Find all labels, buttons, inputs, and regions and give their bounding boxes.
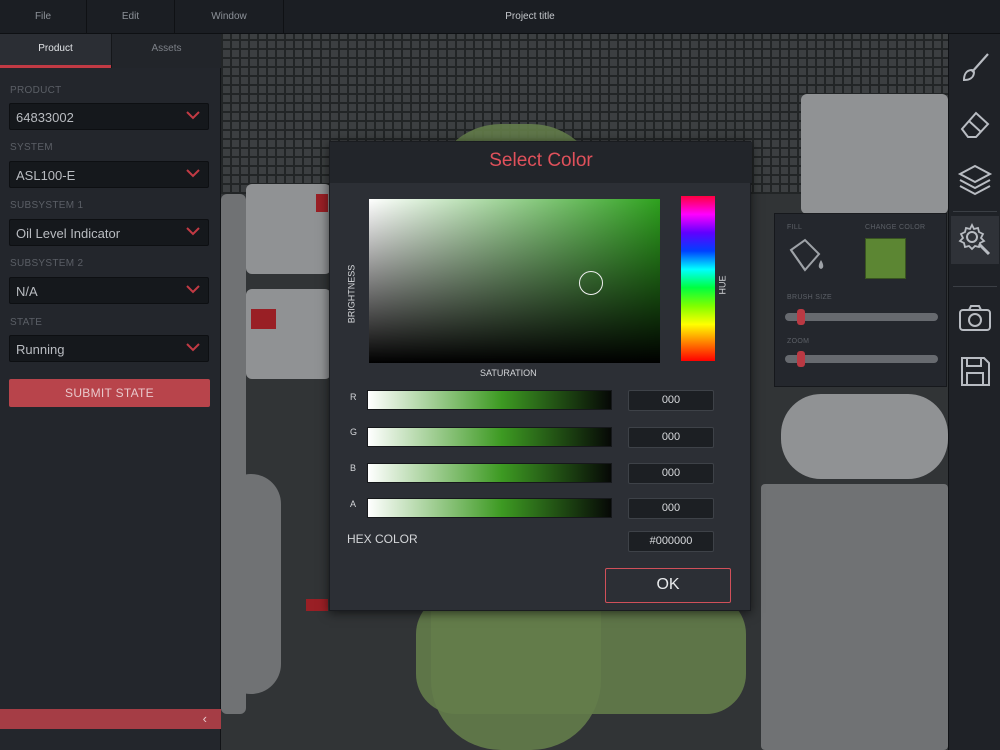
- paint-bucket-icon[interactable]: [785, 236, 829, 278]
- brush-tool-button[interactable]: [951, 44, 999, 92]
- select-color-dialog: Select Color BRIGHTNESS HUE SATURATION R…: [329, 141, 752, 611]
- subsystem2-label: SUBSYSTEM 2: [10, 258, 84, 269]
- state-label: STATE: [10, 317, 43, 328]
- fill-label: FILL: [787, 224, 803, 231]
- brush-settings-panel: FILL CHANGE COLOR BRUSH SIZE ZOOM: [774, 213, 947, 387]
- system-label: SYSTEM: [10, 142, 53, 153]
- chevron-down-icon: [186, 169, 200, 178]
- toolbar-divider: [953, 286, 997, 287]
- subsystem2-value: N/A: [16, 284, 38, 299]
- channel-b-slider[interactable]: [367, 463, 612, 483]
- chevron-left-icon: ‹: [202, 711, 207, 726]
- change-color-label: CHANGE COLOR: [865, 224, 926, 231]
- channel-r-input[interactable]: 000: [628, 390, 714, 411]
- color-swatch[interactable]: [865, 238, 906, 279]
- channel-a-label: A: [350, 499, 357, 509]
- channel-g-slider[interactable]: [367, 427, 612, 447]
- channel-g-label: G: [350, 427, 358, 437]
- collapse-panel-bar[interactable]: ‹: [0, 709, 221, 729]
- camera-icon: [959, 305, 991, 331]
- channel-b-input[interactable]: 000: [628, 463, 714, 484]
- product-label: PRODUCT: [10, 85, 62, 96]
- layers-tool-button[interactable]: [951, 156, 999, 204]
- brush-icon: [962, 53, 989, 82]
- camera-tool-button[interactable]: [951, 294, 999, 342]
- dialog-title: Select Color: [489, 150, 593, 171]
- color-picker-cursor[interactable]: [579, 271, 603, 295]
- app-window: File Edit Window Project title Product A…: [0, 0, 1000, 750]
- channel-b-label: B: [350, 463, 357, 473]
- channel-a-slider[interactable]: [367, 498, 612, 518]
- channel-r-label: R: [350, 392, 357, 402]
- system-select[interactable]: ASL100-E: [9, 161, 209, 188]
- eraser-tool-button[interactable]: [951, 100, 999, 148]
- chevron-down-icon: [186, 285, 200, 294]
- tab-assets[interactable]: Assets: [111, 34, 221, 68]
- brush-size-label: BRUSH SIZE: [787, 294, 833, 301]
- submit-state-button[interactable]: SUBMIT STATE: [9, 379, 210, 407]
- ok-button[interactable]: OK: [605, 568, 731, 603]
- state-value: Running: [16, 342, 65, 357]
- save-tool-button[interactable]: [951, 347, 999, 395]
- chevron-down-icon: [186, 343, 200, 352]
- subsystem1-value: Oil Level Indicator: [16, 226, 121, 241]
- subsystem1-select[interactable]: Oil Level Indicator: [9, 219, 209, 246]
- zoom-slider[interactable]: [785, 351, 938, 367]
- hex-color-label: HEX COLOR: [347, 532, 418, 546]
- brush-size-slider[interactable]: [785, 309, 938, 325]
- tab-bar: Product Assets: [0, 34, 221, 68]
- channel-r-slider[interactable]: [367, 390, 612, 410]
- left-panel: Product Assets PRODUCT 64833002 SYSTEM A…: [0, 34, 221, 750]
- right-toolbar: [948, 34, 1000, 750]
- saturation-label: SATURATION: [480, 368, 537, 378]
- eraser-icon: [960, 111, 990, 138]
- dialog-header: Select Color: [330, 142, 752, 183]
- save-icon: [961, 357, 990, 386]
- slider-handle[interactable]: [797, 351, 805, 367]
- toolbar-divider: [953, 211, 997, 212]
- product-select[interactable]: 64833002: [9, 103, 209, 130]
- chevron-down-icon: [186, 111, 200, 120]
- layers-icon: [957, 164, 993, 196]
- subsystem2-select[interactable]: N/A: [9, 277, 209, 304]
- subsystem1-label: SUBSYSTEM 1: [10, 200, 84, 211]
- chevron-down-icon: [186, 227, 200, 236]
- system-value: ASL100-E: [16, 168, 76, 183]
- channel-a-input[interactable]: 000: [628, 498, 714, 519]
- menu-window[interactable]: Window: [175, 0, 284, 34]
- hue-label: HUE: [717, 275, 728, 295]
- tab-product[interactable]: Product: [0, 34, 111, 68]
- settings-tool-button[interactable]: [951, 216, 999, 264]
- channel-g-input[interactable]: 000: [628, 427, 714, 448]
- hue-slider[interactable]: [681, 196, 715, 361]
- brightness-label: BRIGHTNESS: [346, 264, 357, 324]
- saturation-brightness-picker[interactable]: [369, 199, 660, 363]
- product-value: 64833002: [16, 110, 74, 125]
- menu-edit[interactable]: Edit: [87, 0, 175, 34]
- menu-bar: File Edit Window Project title: [0, 0, 1000, 34]
- menu-file[interactable]: File: [0, 0, 87, 34]
- slider-handle[interactable]: [797, 309, 805, 325]
- zoom-label: ZOOM: [787, 338, 810, 345]
- settings-icon: [958, 222, 991, 256]
- project-title: Project title: [505, 11, 555, 22]
- hex-color-input[interactable]: #000000: [628, 531, 714, 552]
- state-select[interactable]: Running: [9, 335, 209, 362]
